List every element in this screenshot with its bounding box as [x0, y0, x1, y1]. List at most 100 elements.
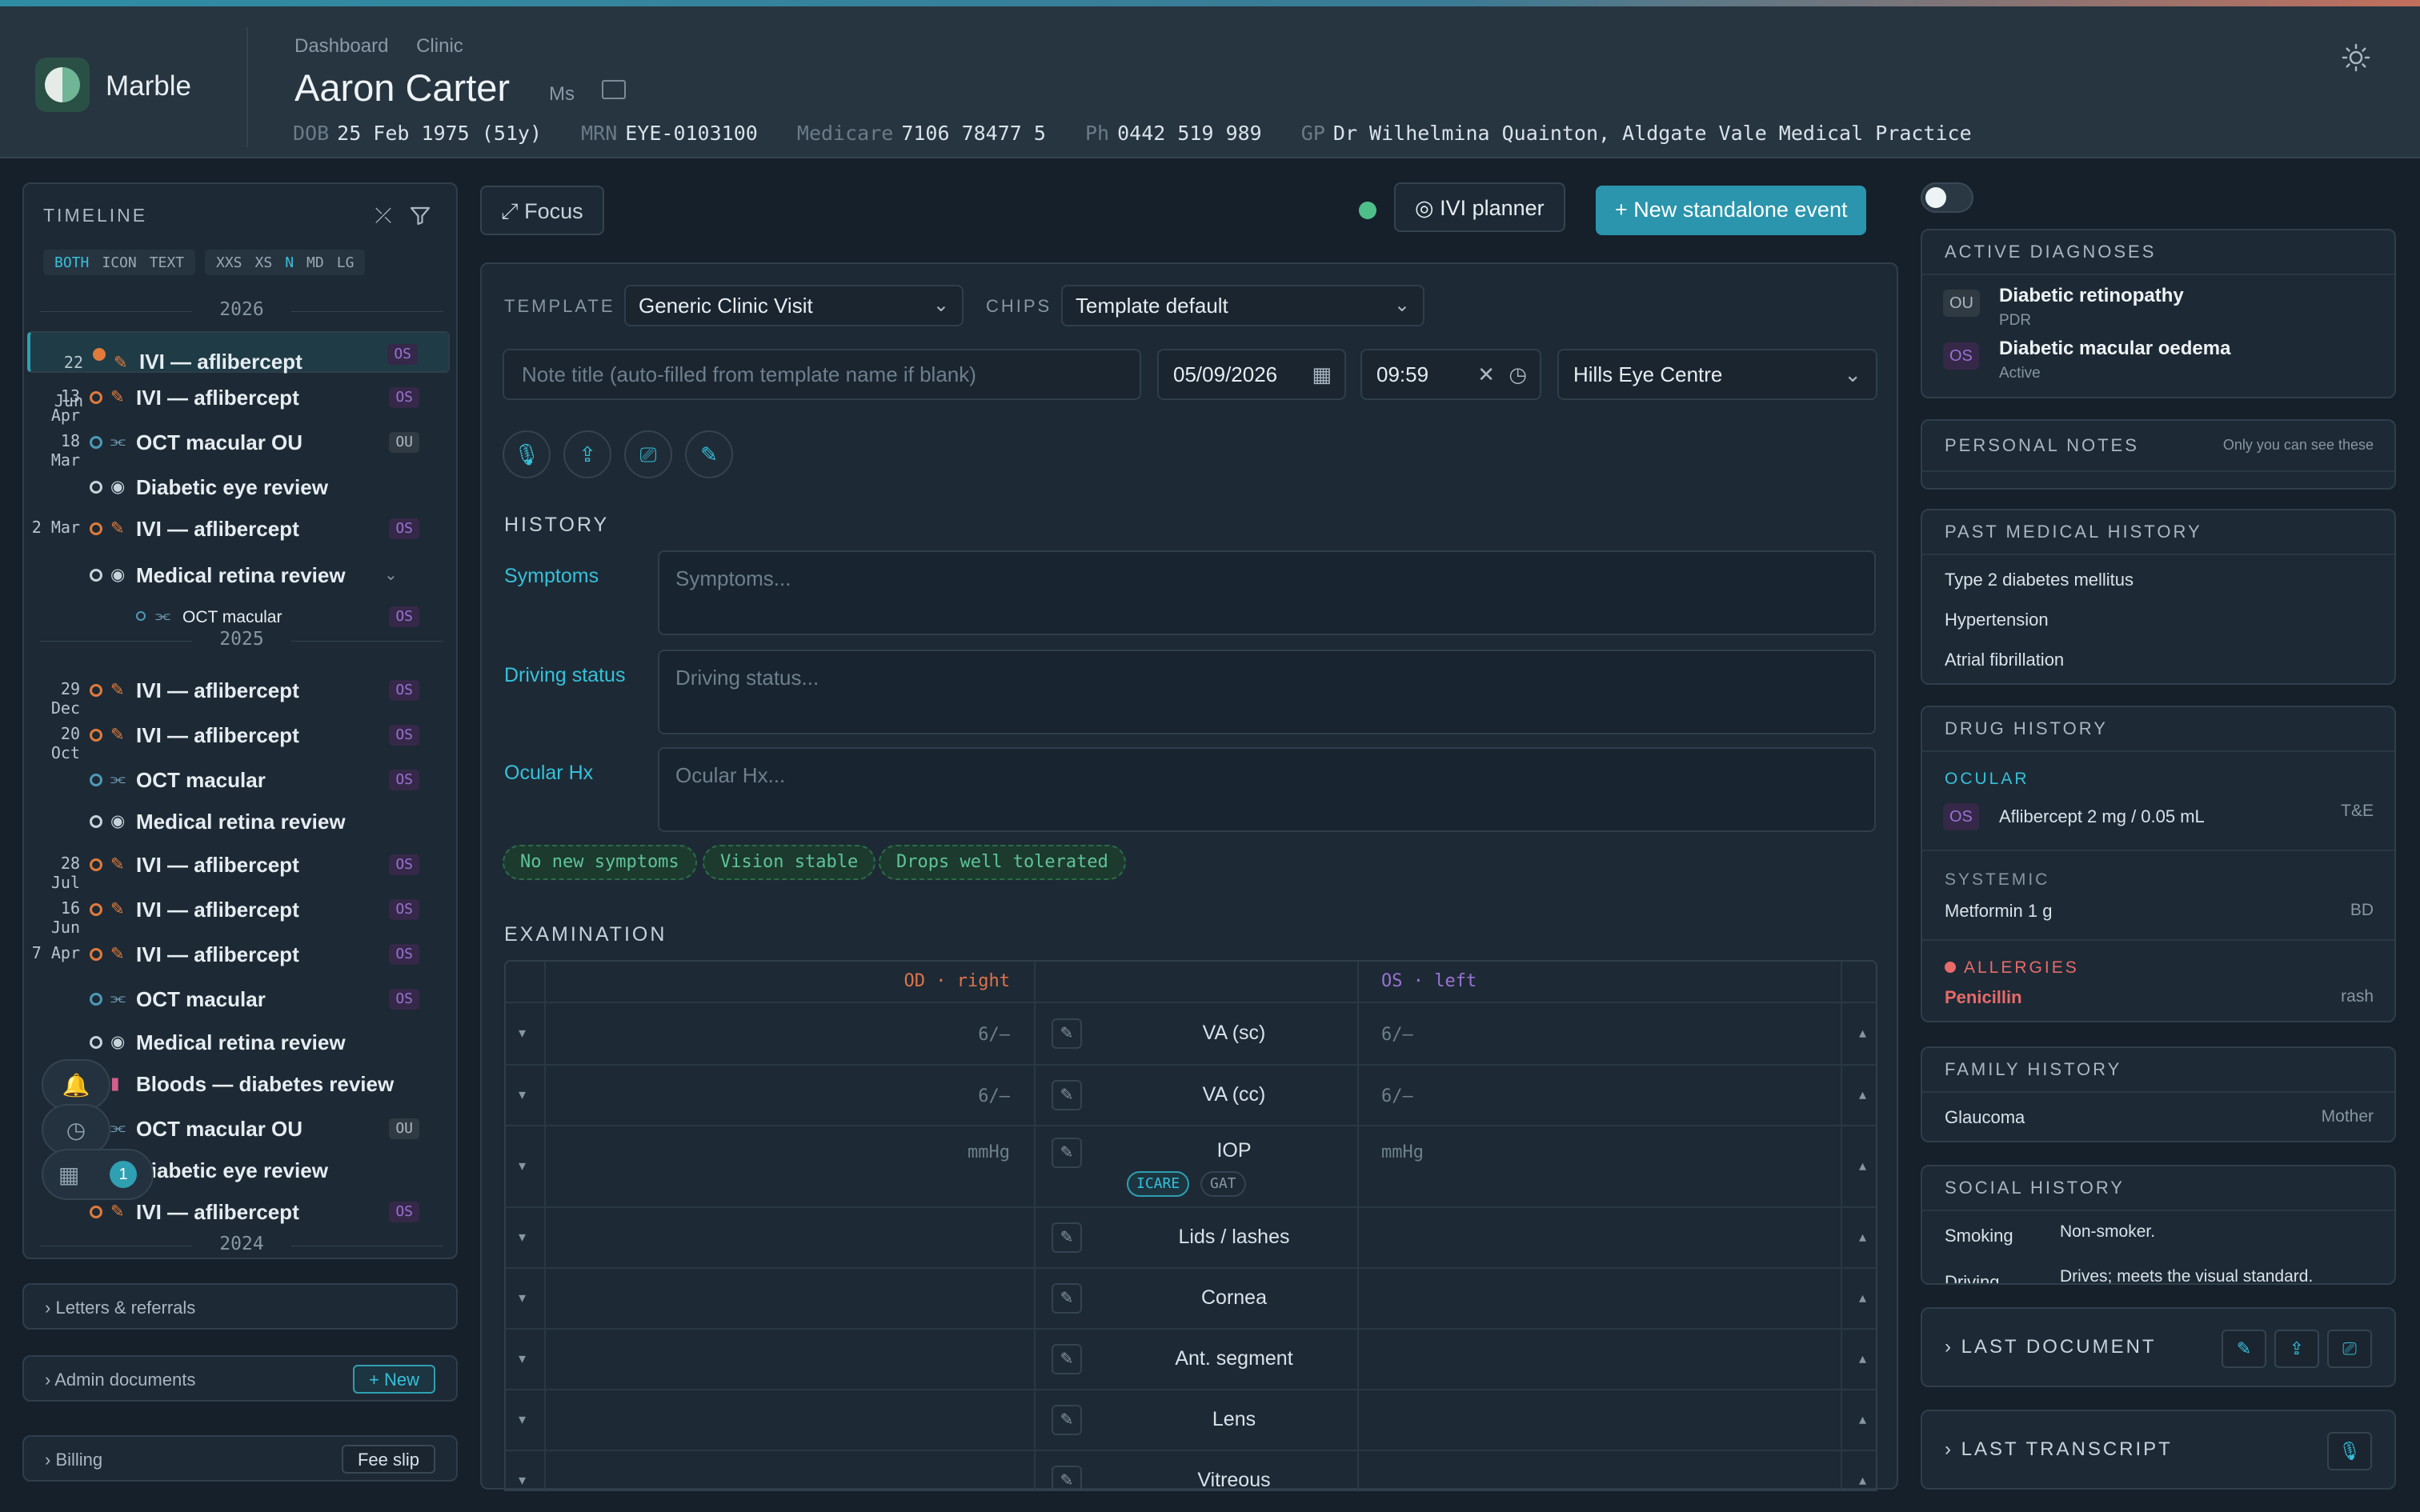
expand-chevron-icon[interactable]: ▾: [519, 1158, 526, 1174]
systemic-drug-name[interactable]: Metformin 1 g: [1945, 901, 2053, 922]
expand-chevron-icon[interactable]: ▴: [1859, 1290, 1866, 1306]
mode-both[interactable]: BOTH: [48, 254, 95, 271]
timeline-event[interactable]: ⫘ OCT macular OS: [27, 758, 450, 800]
date-input[interactable]: 05/09/2026 ▦: [1157, 349, 1346, 400]
pen-icon[interactable]: ✎: [1052, 1344, 1082, 1374]
pen-icon[interactable]: ✎: [1052, 1466, 1082, 1490]
mode-icon[interactable]: ICON: [95, 254, 142, 271]
chip-no-new-symptoms[interactable]: No new symptoms: [503, 845, 697, 880]
density-xs[interactable]: XS: [249, 254, 279, 271]
panel-toggle[interactable]: [1921, 182, 1973, 213]
os-value[interactable]: mmHg: [1381, 1142, 1424, 1162]
collapse-icon[interactable]: ⤫: [371, 203, 395, 227]
timeline-event[interactable]: ◉ Diabetic eye review: [27, 466, 450, 507]
pen-icon[interactable]: ✎: [1052, 1405, 1082, 1435]
expand-chevron-icon[interactable]: ▴: [1859, 1350, 1866, 1367]
pmh-item[interactable]: Atrial fibrillation: [1945, 650, 2064, 670]
ivi-planner-button[interactable]: ◎ IVI planner: [1394, 182, 1565, 232]
dx-name[interactable]: Diabetic retinopathy: [1999, 285, 2184, 307]
pen-icon[interactable]: ✎: [685, 430, 733, 478]
ocular-hx-textarea[interactable]: Ocular Hx...: [658, 747, 1876, 832]
last-document-title[interactable]: › LAST DOCUMENT: [1945, 1336, 2157, 1358]
density-xxs[interactable]: XXS: [210, 254, 249, 271]
pmh-item[interactable]: Hypertension: [1945, 610, 2049, 630]
upload-document-icon[interactable]: ⇪: [2274, 1330, 2319, 1368]
expand-chevron-icon[interactable]: ▴: [1859, 1086, 1866, 1103]
microphone-icon[interactable]: 🎙: [503, 430, 551, 478]
breadcrumb-clinic[interactable]: Clinic: [416, 35, 463, 57]
symptoms-textarea[interactable]: Symptoms...: [658, 550, 1876, 635]
letters-referrals-section[interactable]: › Letters & referrals: [22, 1283, 458, 1330]
driving-status-textarea[interactable]: Driving status...: [658, 650, 1876, 734]
pen-icon[interactable]: ✎: [1052, 1018, 1082, 1049]
expand-chevron-icon[interactable]: ▴: [1859, 1472, 1866, 1489]
screen-share-icon[interactable]: ⎚: [624, 430, 672, 478]
id-card-icon[interactable]: [602, 80, 626, 99]
note-title-input[interactable]: Note title (auto-filled from template na…: [503, 349, 1141, 400]
iop-chip-gat[interactable]: GAT: [1200, 1171, 1246, 1197]
clock-icon[interactable]: ◷: [1508, 350, 1527, 398]
chips-select[interactable]: Template default ⌄: [1061, 285, 1424, 326]
density-n[interactable]: N: [278, 254, 300, 271]
timeline-event[interactable]: ⫘ OCT macular OS: [27, 595, 450, 637]
expand-chevron-icon[interactable]: ▾: [519, 1472, 526, 1489]
admin-documents-section[interactable]: › Admin documents + New: [22, 1355, 458, 1402]
chevron-down-icon[interactable]: ⌄: [384, 565, 398, 585]
billing-section[interactable]: › Billing Fee slip: [22, 1435, 458, 1482]
od-value[interactable]: 6/—: [978, 1086, 1010, 1106]
od-value[interactable]: 6/—: [978, 1025, 1010, 1045]
microphone-icon[interactable]: 🎙: [2327, 1432, 2372, 1470]
location-select[interactable]: Hills Eye Centre ⌄: [1557, 349, 1877, 400]
screen-share-icon[interactable]: ⎚: [2327, 1330, 2372, 1368]
chip-drops-well-tolerated[interactable]: Drops well tolerated: [879, 845, 1126, 880]
expand-chevron-icon[interactable]: ▴: [1859, 1411, 1866, 1428]
timeline-event[interactable]: 20 Oct ✎ IVI — aflibercept OS: [27, 714, 450, 762]
density-lg[interactable]: LG: [331, 254, 361, 271]
social-value[interactable]: Drives; meets the visual standard.: [2060, 1267, 2313, 1283]
expand-chevron-icon[interactable]: ▾: [519, 1229, 526, 1246]
density-md[interactable]: MD: [300, 254, 331, 271]
timeline-event[interactable]: 13 Apr ✎ IVI — aflibercept OS: [27, 376, 450, 425]
new-standalone-event-button[interactable]: + New standalone event: [1596, 186, 1867, 235]
expand-chevron-icon[interactable]: ▴: [1859, 1229, 1866, 1246]
mode-text[interactable]: TEXT: [143, 254, 190, 271]
family-item[interactable]: Glaucoma: [1945, 1107, 2025, 1128]
timeline-event[interactable]: ◉ Medical retina review: [27, 1021, 450, 1062]
history-clock-icon[interactable]: ◷: [42, 1104, 110, 1155]
pen-icon[interactable]: ✎: [1052, 1283, 1082, 1314]
upload-document-icon[interactable]: ⇪: [563, 430, 611, 478]
breadcrumb-dashboard[interactable]: Dashboard: [294, 35, 388, 57]
pen-icon[interactable]: ✎: [1052, 1080, 1082, 1110]
timeline-event[interactable]: 28 Jul ✎ IVI — aflibercept OS: [27, 843, 450, 892]
os-value[interactable]: 6/—: [1381, 1025, 1413, 1045]
expand-chevron-icon[interactable]: ▾: [519, 1411, 526, 1428]
admin-new-button[interactable]: + New: [353, 1365, 435, 1394]
social-value[interactable]: Non-smoker.: [2060, 1222, 2155, 1242]
expand-chevron-icon[interactable]: ▴: [1859, 1158, 1866, 1174]
timeline-event[interactable]: ◉ Medical retina review: [27, 800, 450, 842]
template-select[interactable]: Generic Clinic Visit ⌄: [624, 285, 964, 326]
expand-chevron-icon[interactable]: ▾: [519, 1025, 526, 1042]
last-transcript-title[interactable]: › LAST TRANSCRIPT: [1945, 1438, 2173, 1461]
dx-name[interactable]: Diabetic macular oedema: [1999, 338, 2230, 360]
expand-chevron-icon[interactable]: ▾: [519, 1290, 526, 1306]
expand-chevron-icon[interactable]: ▾: [519, 1086, 526, 1103]
theme-sun-icon[interactable]: [2342, 43, 2370, 72]
notifications-bell-icon[interactable]: 🔔: [42, 1059, 110, 1110]
timeline-event[interactable]: 29 Dec ✎ IVI — aflibercept OS: [27, 669, 450, 718]
chip-vision-stable[interactable]: Vision stable: [703, 845, 876, 880]
pmh-item[interactable]: Type 2 diabetes mellitus: [1945, 570, 2134, 590]
timeline-event[interactable]: 2 Mar ✎ IVI — aflibercept OS: [27, 507, 450, 549]
iop-chip-icare[interactable]: ICARE: [1127, 1171, 1190, 1197]
time-input[interactable]: 09:59 ✕ ◷: [1360, 349, 1541, 400]
od-value[interactable]: mmHg: [968, 1142, 1010, 1162]
timeline-event[interactable]: ◉ Medical retina review ⌄: [27, 554, 450, 595]
personal-notes-panel[interactable]: PERSONAL NOTES Only you can see these: [1921, 419, 2396, 490]
timeline-event[interactable]: 16 Jun ✎ IVI — aflibercept OS: [27, 888, 450, 937]
timeline-event[interactable]: 22 Jun ✎ IVI — aflibercept OS: [27, 331, 450, 410]
filter-icon[interactable]: [408, 203, 432, 227]
pen-icon[interactable]: ✎: [1052, 1138, 1082, 1168]
brand-logo[interactable]: [35, 58, 90, 112]
os-value[interactable]: 6/—: [1381, 1086, 1413, 1106]
allergy-name[interactable]: Penicillin: [1945, 987, 2022, 1008]
